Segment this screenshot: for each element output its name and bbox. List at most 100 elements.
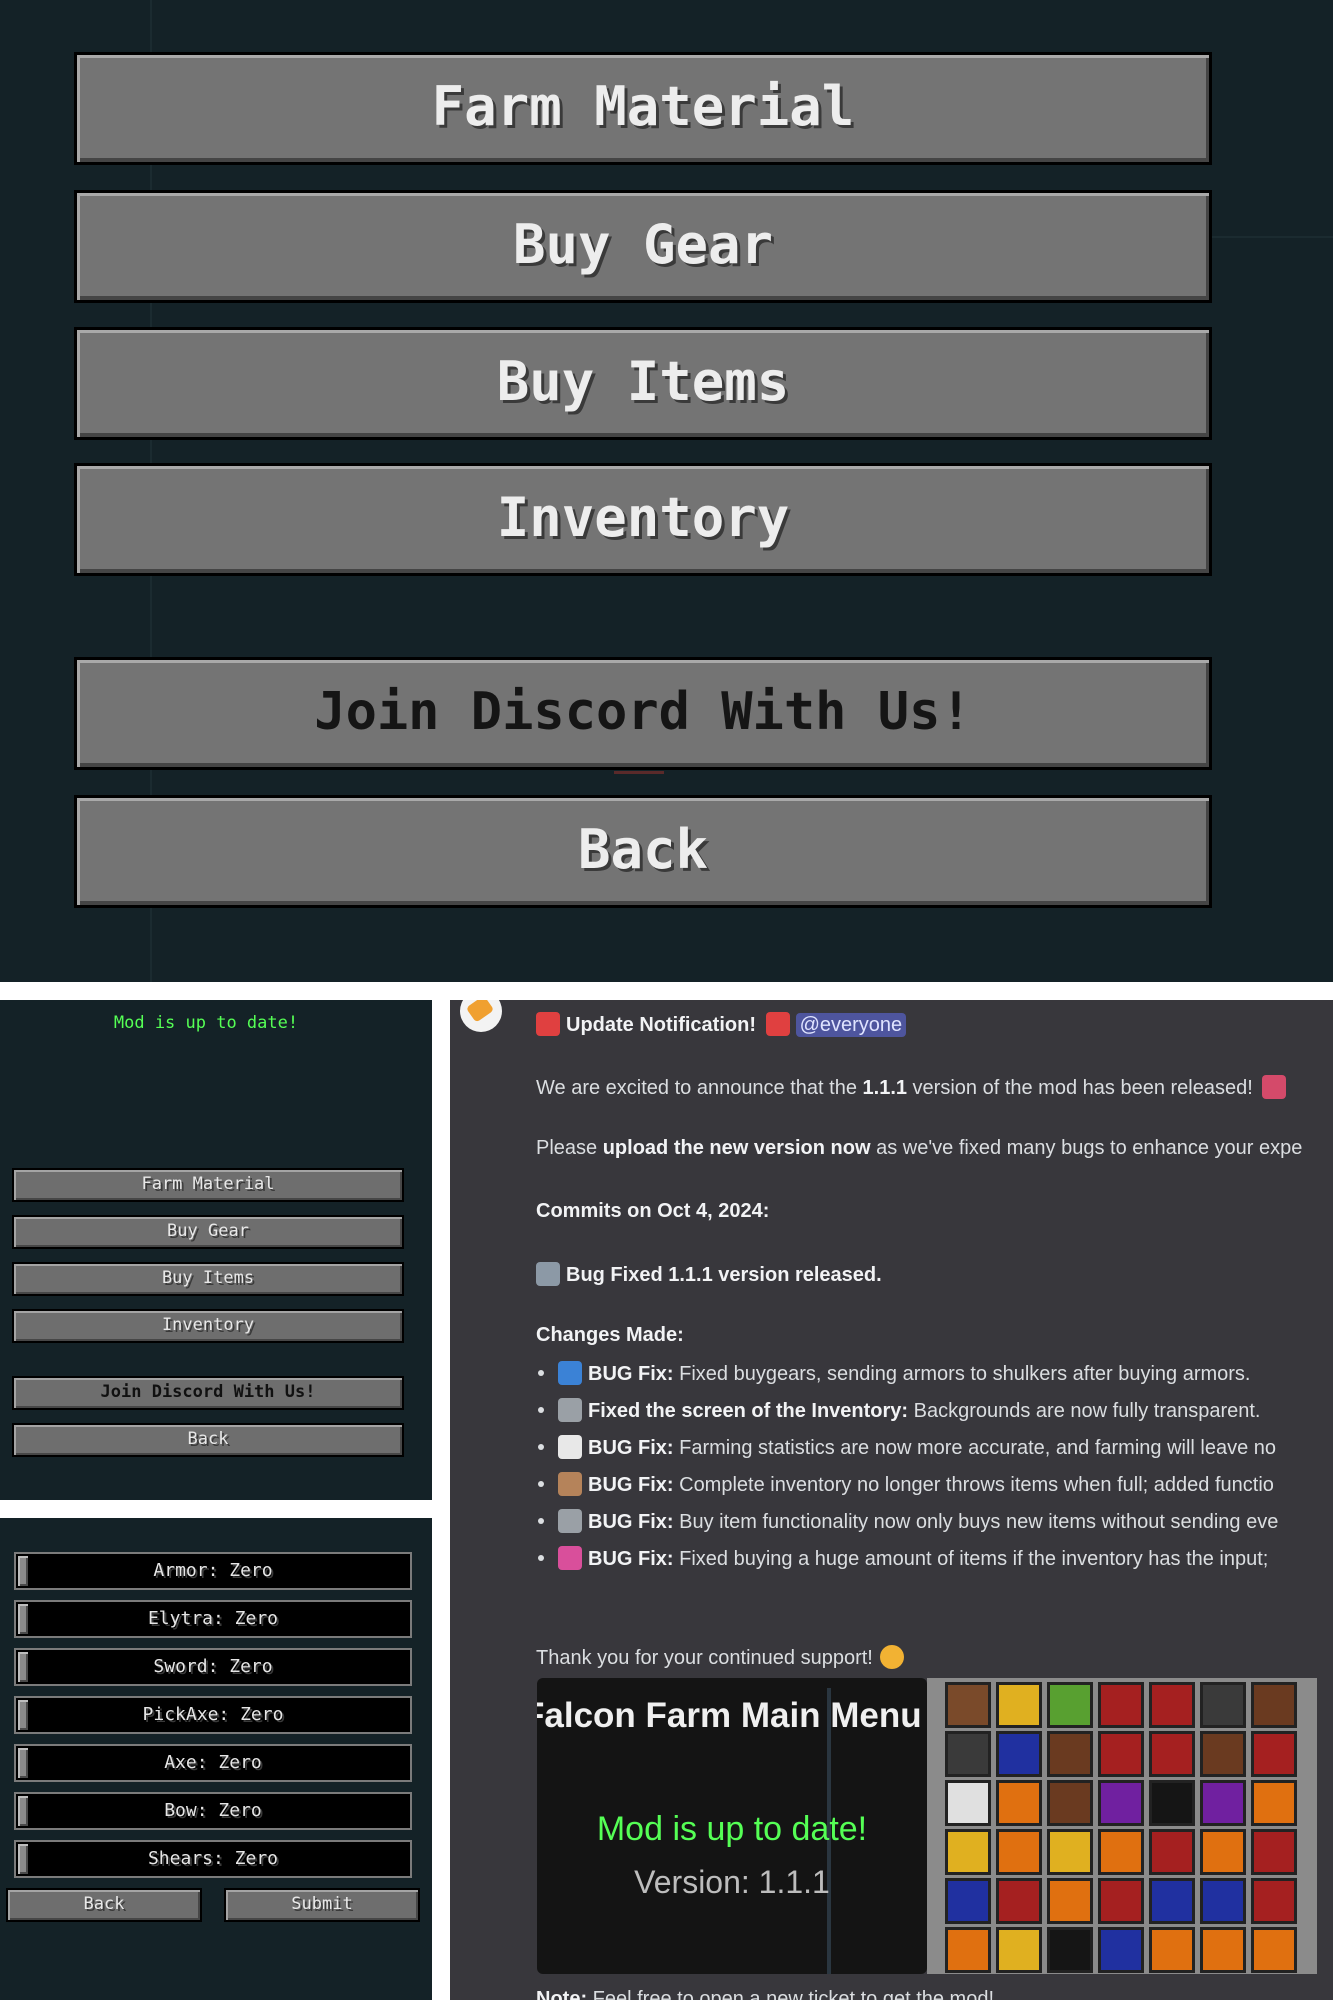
change-bold: BUG Fix: [588,1437,674,1459]
package-icon [558,1472,582,1496]
small-farm-material-button[interactable]: Farm Material [12,1168,404,1202]
inventory-button[interactable]: Inventory [74,463,1212,576]
siren-icon [536,1012,560,1036]
everyone-mention[interactable]: @everyone [795,1013,907,1037]
small-join-discord-button[interactable]: Join Discord With Us! [12,1376,404,1410]
elytra-slider-label: Elytra: Zero [147,1608,279,1629]
change-item: BUG Fix: Fixed buygears, sending armors … [536,1361,1251,1386]
shulker-box-icon [1149,1780,1195,1826]
change-item: Fixed the screen of the Inventory: Backg… [536,1398,1261,1423]
shulker-box-icon [945,1829,991,1875]
thanks-line: Thank you for your continued support! [536,1645,910,1670]
siren-icon [765,1012,790,1036]
shulker-box-icon [996,1878,1042,1924]
change-bold: BUG Fix: [588,1363,674,1385]
preview-image[interactable]: Falcon Farm Main Menu Mod is up to date!… [537,1678,927,1974]
shulker-box-icon [1200,1682,1246,1728]
shulker-box-icon [1047,1878,1093,1924]
note-bold: Note: [536,1988,588,2000]
change-bold: BUG Fix: [588,1511,674,1533]
armor-slider-label: Armor: Zero [153,1560,273,1581]
small-main-menu-panel: Mod is up to date! Farm Material Buy Gea… [0,1000,432,1500]
avatar[interactable] [460,1000,502,1032]
shulker-box-icon [1200,1927,1246,1973]
shulker-box-icon [1200,1731,1246,1777]
shulker-box-icon [1149,1829,1195,1875]
bow-slider[interactable]: Bow: Zero [14,1792,412,1830]
intro-text-end: version of the mod has been released! [907,1077,1253,1099]
thanks-text: Thank you for your continued support! [536,1647,873,1669]
preview-status: Mod is up to date! [596,1810,868,1848]
change-text: Backgrounds are now fully transparent. [908,1400,1261,1422]
shulker-box-icon [1098,1878,1144,1924]
upload-text-end: as we've fixed many bugs to enhance your… [870,1137,1303,1159]
bugfix-text: Bug Fixed 1.1.1 version released. [566,1264,882,1286]
preview-version: Version: 1.1.1 [634,1864,830,1900]
join-discord-button[interactable]: Join Discord With Us! [74,657,1212,770]
small-inventory-button[interactable]: Inventory [12,1309,404,1343]
shulker-box-icon [1251,1780,1297,1826]
shulker-box-icon [1251,1682,1297,1728]
sword-slider-label: Sword: Zero [153,1656,273,1677]
commits-line: Commits on Oct 4, 2024: [536,1200,769,1223]
changes-heading: Changes Made: [536,1324,684,1347]
wrench-icon [536,1262,560,1286]
elytra-slider[interactable]: Elytra: Zero [14,1600,412,1638]
mod-status-text: Mod is up to date! [113,1013,299,1033]
shulker-box-icon [1149,1731,1195,1777]
shulker-box-icon [1047,1682,1093,1728]
shulker-box-icon [1098,1780,1144,1826]
farm-material-button[interactable]: Farm Material [74,52,1212,165]
gear-submit-button[interactable]: Submit [224,1888,420,1922]
note-line: Note: Feel free to open a new ticket to … [536,1988,994,2000]
commits-text: Commits on Oct 4, 2024: [536,1200,770,1222]
discord-message: Update Notification! @everyone We are ex… [450,1000,1333,2000]
shulker-box-icon [945,1731,991,1777]
shulker-box-icon [945,1682,991,1728]
shears-slider[interactable]: Shears: Zero [14,1840,412,1878]
changes-heading-text: Changes Made: [536,1324,684,1346]
shulker-box-icon [945,1780,991,1826]
change-text: Farming statistics are now more accurate… [673,1437,1277,1459]
shulker-box-icon [1098,1829,1144,1875]
intro-version: 1.1.1 [862,1077,907,1099]
sword-slider[interactable]: Sword: Zero [14,1648,412,1686]
change-text: Fixed buygears, sending armors to shulke… [673,1363,1251,1385]
change-item: BUG Fix: Fixed buying a huge amount of i… [536,1546,1268,1571]
shulker-box-icon [1251,1829,1297,1875]
cart-icon [558,1509,582,1533]
change-item: BUG Fix: Complete inventory no longer th… [536,1472,1274,1497]
buy-gear-button[interactable]: Buy Gear [74,190,1212,303]
inventory-grid-image[interactable] [927,1678,1317,1974]
shulker-box-icon [1098,1682,1144,1728]
change-text: Fixed buying a huge amount of items if t… [673,1548,1269,1570]
shulker-box-icon [1200,1878,1246,1924]
shulker-box-icon [1047,1927,1093,1973]
change-item: BUG Fix: Farming statistics are now more… [536,1435,1276,1460]
change-text: Complete inventory no longer throws item… [673,1474,1274,1496]
armor-slider[interactable]: Armor: Zero [14,1552,412,1590]
change-item: BUG Fix: Buy item functionality now only… [536,1509,1278,1534]
small-back-button[interactable]: Back [12,1423,404,1457]
buy-items-button[interactable]: Buy Items [74,327,1212,440]
shulker-box-icon [1149,1682,1195,1728]
change-bold: BUG Fix: [588,1548,674,1570]
small-buy-gear-button[interactable]: Buy Gear [12,1215,404,1249]
intro-text: We are excited to announce that the [536,1077,863,1099]
pickaxe-slider[interactable]: PickAxe: Zero [14,1696,412,1734]
preview-title: Falcon Farm Main Menu [537,1696,922,1735]
shulker-box-icon [996,1780,1042,1826]
gear-menu-panel: Armor: Zero Elytra: Zero Sword: Zero Pic… [0,1518,432,2000]
shulker-box-icon [1047,1731,1093,1777]
back-button[interactable]: Back [74,795,1212,908]
axe-slider[interactable]: Axe: Zero [14,1744,412,1782]
shulker-box-icon [996,1829,1042,1875]
pickaxe-slider-label: PickAxe: Zero [142,1704,284,1725]
change-bold: Fixed the screen of the Inventory: [588,1400,909,1422]
small-buy-items-button[interactable]: Buy Items [12,1262,404,1296]
gear-back-button[interactable]: Back [6,1888,202,1922]
shulker-box-icon [996,1927,1042,1973]
shield-icon [558,1361,582,1385]
shulker-box-icon [996,1682,1042,1728]
shulker-box-icon [1047,1780,1093,1826]
